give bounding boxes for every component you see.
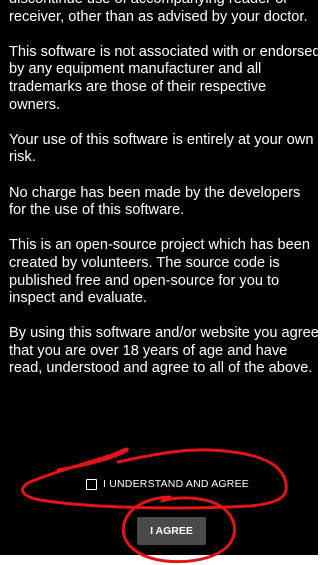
understand-agree-label[interactable]: I UNDERSTAND AND AGREE [103, 478, 249, 490]
disclaimer-paragraph-4: No charge has been made by the developer… [9, 184, 301, 219]
i-agree-button[interactable]: I AGREE [137, 517, 206, 545]
disclaimer-paragraph-5: This is an open-source project which has… [9, 237, 310, 307]
disclaimer-paragraph-2: This software is not associated with or … [9, 43, 318, 113]
disclaimer-text: discontinue use of accompanying reader o… [9, 0, 318, 396]
disclaimer-screen: discontinue use of accompanying reader o… [0, 0, 318, 555]
understand-agree-checkbox-row[interactable]: I UNDERSTAND AND AGREE [86, 475, 249, 493]
disclaimer-paragraph-1: discontinue use of accompanying reader o… [9, 0, 308, 25]
disclaimer-paragraph-3: Your use of this software is entirely at… [9, 131, 314, 166]
disclaimer-paragraph-6: By using this software and/or website yo… [9, 325, 318, 377]
understand-agree-checkbox[interactable] [86, 478, 97, 490]
